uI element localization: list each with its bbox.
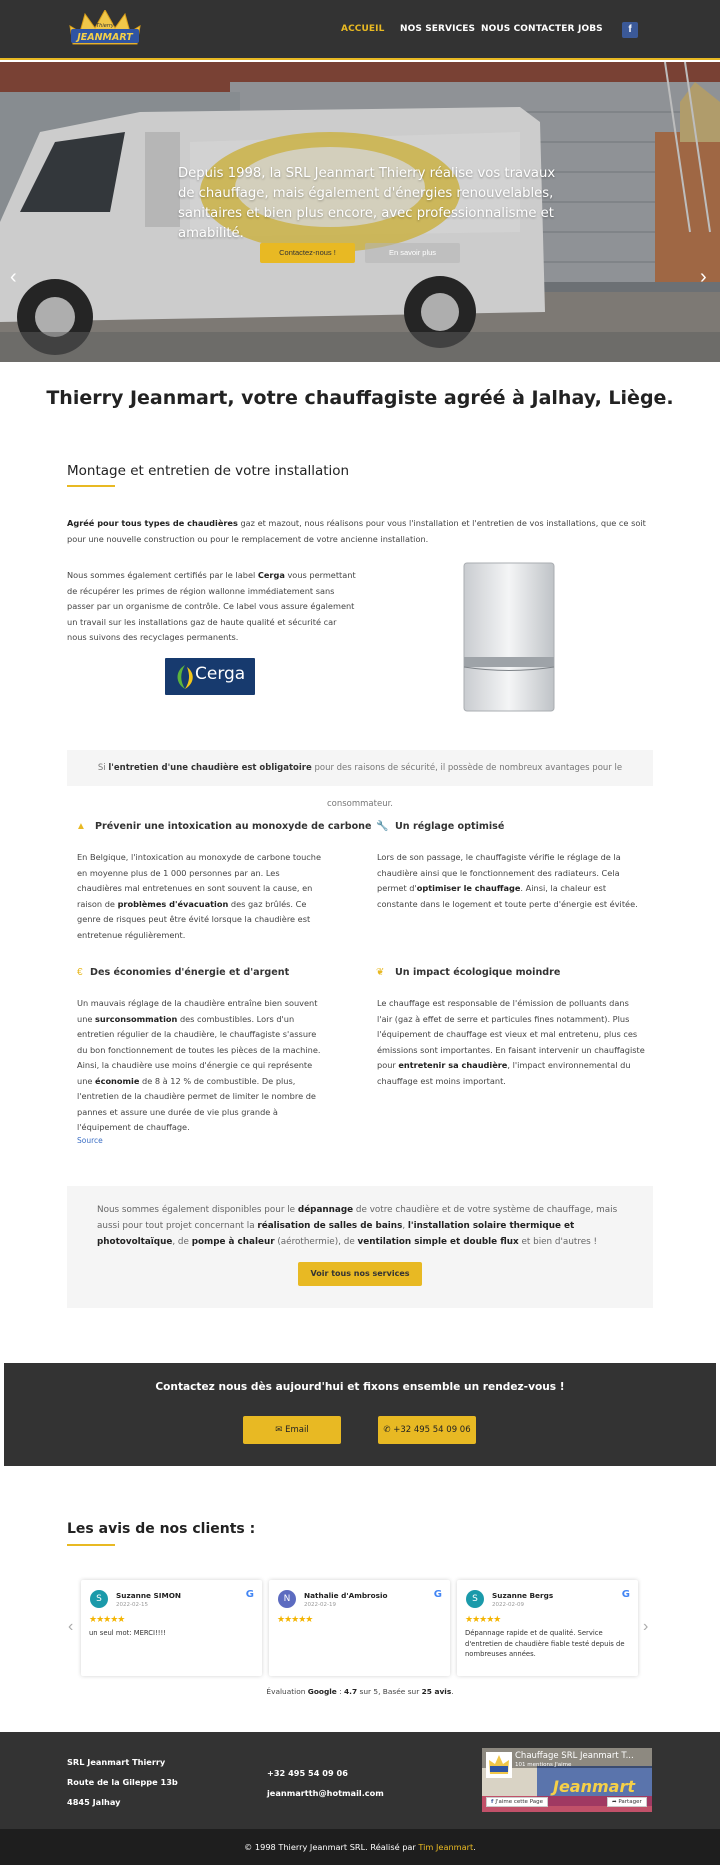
footer-street: Route de la Gileppe 13b xyxy=(67,1777,178,1787)
reviewer-name: Suzanne SIMON xyxy=(116,1591,182,1600)
footer-email[interactable]: jeanmartth@hotmail.com xyxy=(267,1788,384,1798)
hero-text: Depuis 1998, la SRL Jeanmart Thierry réa… xyxy=(178,166,556,241)
info-banner: Si l'entretien d'une chaudière est oblig… xyxy=(67,750,653,809)
phone-label: +32 495 54 09 06 xyxy=(393,1425,471,1435)
phone-icon: ✆ xyxy=(383,1425,394,1435)
envelope-icon: ✉ xyxy=(275,1425,286,1435)
feature-text-intoxication: En Belgique, l'intoxication au monoxyde … xyxy=(77,852,322,940)
feature-title-economies: Des économies d'énergie et d'argent xyxy=(90,967,290,978)
facebook-like-label: J'aime cette Page xyxy=(495,1799,544,1805)
phone-button[interactable]: ✆ +32 495 54 09 06 xyxy=(378,1416,476,1444)
contact-banner: Contactez nous dès aujourd'hui et fixons… xyxy=(4,1363,716,1466)
euro-icon: € xyxy=(77,967,83,978)
feature-title-reglage: Un réglage optimisé xyxy=(395,821,505,832)
review-text: Dépannage rapide et de qualité. Service … xyxy=(465,1629,625,1658)
feature-text-ecologique: Le chauffage est responsable de l'émissi… xyxy=(377,998,645,1086)
site-header: Thierry JEANMART ACCUEIL NOS SERVICES NO… xyxy=(0,0,720,60)
feature-text-reglage: Lors de son passage, le chauffagiste vér… xyxy=(377,852,638,909)
svg-text:Thierry: Thierry xyxy=(96,23,115,29)
google-icon: G xyxy=(433,1589,442,1600)
reviewer-name: Suzanne Bergs xyxy=(492,1591,554,1600)
review-text: un seul mot: MERCI!!!! xyxy=(89,1629,166,1637)
review-date: 2022-02-19 xyxy=(304,1602,336,1608)
copyright-end: . xyxy=(473,1842,476,1852)
facebook-icon[interactable]: f xyxy=(622,22,638,38)
svg-text:Jeanmart: Jeanmart xyxy=(550,1777,636,1796)
footer-city: 4845 Jalhay xyxy=(67,1797,121,1807)
facebook-page-name[interactable]: Chauffage SRL Jeanmart T... xyxy=(515,1751,634,1761)
reviewer-name: Nathalie d'Ambrosio xyxy=(304,1591,388,1600)
source-link[interactable]: Source xyxy=(77,1136,103,1145)
avatar: N xyxy=(278,1590,296,1608)
avatar: S xyxy=(90,1590,108,1608)
hero-more-button[interactable]: En savoir plus xyxy=(365,243,460,263)
page: Thierry JEANMART ACCUEIL NOS SERVICES NO… xyxy=(0,0,720,1865)
boiler-image xyxy=(463,562,555,712)
reviews-title-underline xyxy=(67,1544,115,1546)
site-logo[interactable]: Thierry JEANMART xyxy=(67,8,143,46)
review-date: 2022-02-15 xyxy=(116,1602,148,1608)
nav-nous-contacter[interactable]: NOUS CONTACTER xyxy=(481,24,575,34)
hero-next-arrow-icon[interactable]: › xyxy=(700,267,707,287)
email-label: Email xyxy=(285,1425,309,1435)
contact-title: Contactez nous dès aujourd'hui et fixons… xyxy=(155,1381,565,1393)
footer-phone[interactable]: +32 495 54 09 06 xyxy=(267,1768,348,1778)
wrench-icon: 🔧 xyxy=(376,821,389,832)
intro-paragraph: Agréé pour tous types de chaudières gaz … xyxy=(67,518,646,544)
reviews-title: Les avis de nos clients : xyxy=(67,1521,256,1537)
copyright-text: © 1998 Thierry Jeanmart SRL. Réalisé par xyxy=(244,1842,419,1852)
svg-text:JEANMART: JEANMART xyxy=(75,32,134,43)
hero-contact-button[interactable]: Contactez-nous ! xyxy=(260,243,355,263)
nav-accueil[interactable]: ACCUEIL xyxy=(341,24,384,34)
review-stars: ★★★★★ xyxy=(277,1614,313,1624)
page-title: Thierry Jeanmart, votre chauffagiste agr… xyxy=(46,387,674,409)
cerga-leaf-icon xyxy=(177,665,193,689)
footer-company: SRL Jeanmart Thierry xyxy=(67,1757,166,1767)
facebook-share-button[interactable]: ➦ Partager xyxy=(607,1797,647,1807)
google-icon: G xyxy=(245,1589,254,1600)
review-card: N Nathalie d'Ambrosio 2022-02-19 G ★★★★★ xyxy=(269,1580,450,1676)
section-title-installation: Montage et entretien de votre installati… xyxy=(67,463,350,479)
review-stars: ★★★★★ xyxy=(89,1614,125,1624)
feature-title-intoxication: Prévenir une intoxication au monoxyde de… xyxy=(95,821,372,832)
feature-title-ecologique: Un impact écologique moindre xyxy=(395,967,561,978)
avatar: S xyxy=(466,1590,484,1608)
review-date: 2022-02-09 xyxy=(492,1602,524,1608)
facebook-page-widget[interactable]: Jeanmart Chauffage SRL Jeanmart T... 101… xyxy=(482,1748,652,1812)
google-rating-summary: Évaluation Google : 4.7 sur 5, Basée sur… xyxy=(266,1687,454,1696)
email-button[interactable]: ✉ Email xyxy=(243,1416,341,1444)
warning-icon: ▲ xyxy=(76,821,86,832)
reviews-next-arrow-icon[interactable]: › xyxy=(643,1618,648,1636)
facebook-likes-count: 101 mentions J'aime xyxy=(515,1762,572,1768)
hero-prev-arrow-icon[interactable]: ‹ xyxy=(10,267,17,287)
author-link[interactable]: Tim Jeanmart xyxy=(418,1842,473,1852)
review-card: S Suzanne SIMON 2022-02-15 G ★★★★★ un se… xyxy=(81,1580,262,1676)
copyright-bar: © 1998 Thierry Jeanmart SRL. Réalisé par… xyxy=(0,1829,720,1865)
review-card: S Suzanne Bergs 2022-02-09 G ★★★★★ Dépan… xyxy=(457,1580,638,1676)
nav-nos-services[interactable]: NOS SERVICES xyxy=(400,24,475,34)
services-paragraph: Nous sommes également disponibles pour l… xyxy=(97,1205,618,1247)
nav-jobs[interactable]: JOBS xyxy=(578,24,603,34)
hero-slider: Depuis 1998, la SRL Jeanmart Thierry réa… xyxy=(0,62,720,362)
all-services-button[interactable]: Voir tous nos services xyxy=(298,1262,422,1286)
facebook-share-label: Partager xyxy=(618,1799,642,1805)
feature-text-economies: Un mauvais réglage de la chaudière entra… xyxy=(77,998,321,1132)
leaf-icon: ❦ xyxy=(376,967,385,978)
facebook-like-button[interactable]: f J'aime cette Page xyxy=(486,1797,549,1807)
reviews-prev-arrow-icon[interactable]: ‹ xyxy=(68,1618,73,1636)
google-icon: G xyxy=(621,1589,630,1600)
cerga-paragraph: Nous sommes également certifiés par le l… xyxy=(67,570,356,642)
cerga-logo: Cerga xyxy=(165,658,255,695)
review-stars: ★★★★★ xyxy=(465,1614,501,1624)
title-underline xyxy=(67,485,115,487)
